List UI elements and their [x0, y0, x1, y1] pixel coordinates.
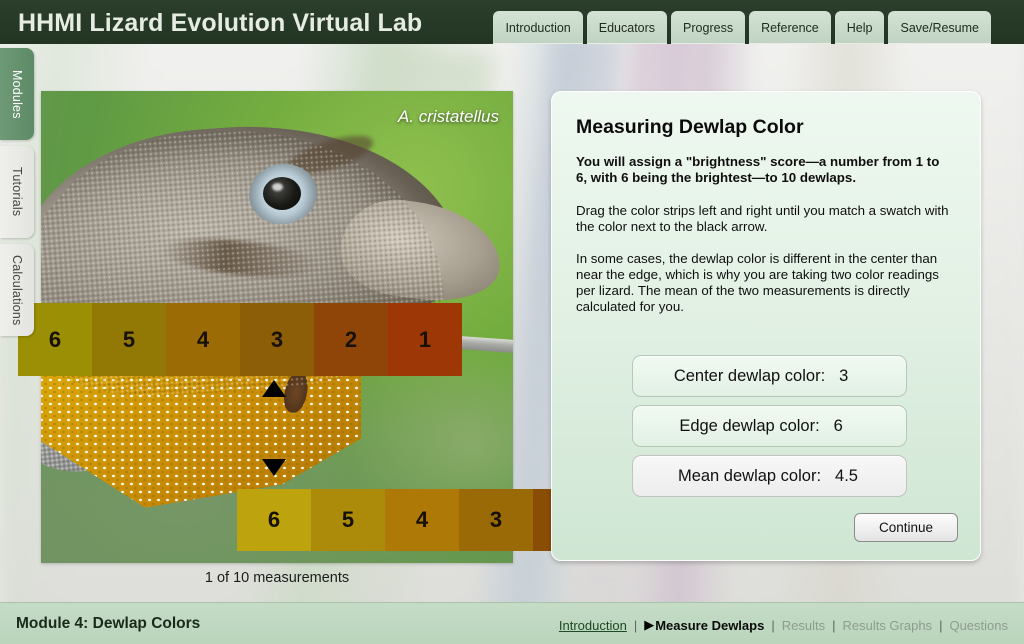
- swatch-3[interactable]: 3: [240, 303, 314, 376]
- module-title: Module 4: Dewlap Colors: [16, 615, 201, 632]
- continue-button[interactable]: Continue: [854, 513, 958, 542]
- sidebar-item-label: Tutorials: [10, 167, 24, 217]
- readout-value: 3: [839, 366, 849, 385]
- panel-title: Measuring Dewlap Color: [576, 116, 804, 138]
- readout-group: Center dewlap color: 3 Edge dewlap color…: [632, 355, 907, 505]
- swatch-4[interactable]: 4: [385, 489, 459, 551]
- breadcrumb-separator: |: [832, 617, 836, 633]
- tab-introduction[interactable]: Introduction: [493, 11, 583, 44]
- readout-value: 6: [833, 416, 843, 435]
- swatch-5[interactable]: 5: [311, 489, 385, 551]
- footer-bar: Module 4: Dewlap Colors Introduction | ▶…: [0, 602, 1024, 644]
- panel-lead-text: You will assign a "brightness" score—a n…: [576, 154, 940, 185]
- breadcrumb-separator: |: [633, 617, 638, 633]
- triangle-down-icon: [262, 459, 286, 476]
- readout-label: Edge dewlap color:: [679, 416, 820, 435]
- breadcrumb-results[interactable]: Results: [782, 618, 825, 633]
- tab-save-resume[interactable]: Save/Resume: [888, 11, 991, 44]
- species-label: A. cristatellus: [397, 107, 499, 126]
- panel-paragraph-3: In some cases, the dewlap color is diffe…: [576, 251, 939, 314]
- sidebar: Modules Tutorials Calculations: [0, 48, 34, 342]
- mean-dewlap-color-readout: Mean dewlap color: 4.5: [632, 455, 907, 497]
- breadcrumb-measure-dewlaps[interactable]: Measure Dewlaps: [655, 618, 764, 633]
- center-dewlap-color-readout: Center dewlap color: 3: [632, 355, 907, 397]
- tab-reference[interactable]: Reference: [749, 11, 831, 44]
- swatch-2[interactable]: 2: [314, 303, 388, 376]
- readout-value: 4.5: [835, 466, 858, 485]
- breadcrumb-results-graphs[interactable]: Results Graphs: [842, 618, 932, 633]
- sidebar-item-label: Modules: [10, 69, 24, 119]
- breadcrumb-questions[interactable]: Questions: [949, 618, 1008, 633]
- instruction-panel: Measuring Dewlap Color You will assign a…: [551, 91, 981, 561]
- swatch-3[interactable]: 3: [459, 489, 533, 551]
- current-step-arrow-icon: ▶: [644, 617, 655, 632]
- virtual-lab-app: HHMI Lizard Evolution Virtual Lab Introd…: [0, 0, 1024, 644]
- tab-educators[interactable]: Educators: [586, 11, 668, 44]
- readout-label: Mean dewlap color:: [677, 466, 822, 485]
- breadcrumb-separator: |: [771, 617, 775, 633]
- readout-label: Center dewlap color:: [673, 366, 826, 385]
- sidebar-item-modules[interactable]: Modules: [0, 48, 34, 140]
- app-header: HHMI Lizard Evolution Virtual Lab Introd…: [0, 0, 1024, 44]
- swatch-4[interactable]: 4: [166, 303, 240, 376]
- swatch-1[interactable]: 1: [388, 303, 462, 376]
- sidebar-item-label: Calculations: [10, 254, 24, 326]
- lizard-eye-highlight: [272, 183, 283, 191]
- header-tabs: Introduction Educators Progress Referenc…: [493, 11, 991, 44]
- lizard-eye: [263, 177, 301, 210]
- swatch-5[interactable]: 5: [92, 303, 166, 376]
- panel-paragraph-2: Drag the color strips left and right unt…: [576, 203, 949, 234]
- sidebar-item-calculations[interactable]: Calculations: [0, 244, 34, 336]
- breadcrumb-introduction[interactable]: Introduction: [559, 618, 627, 633]
- center-color-strip[interactable]: 6 5 4 3 2 1: [18, 303, 462, 376]
- swatch-6[interactable]: 6: [237, 489, 311, 551]
- tab-help[interactable]: Help: [834, 11, 885, 44]
- breadcrumb: Introduction | ▶ Measure Dewlaps | Resul…: [559, 617, 1008, 633]
- breadcrumb-separator: |: [939, 617, 943, 633]
- tab-progress[interactable]: Progress: [671, 11, 746, 44]
- app-title: HHMI Lizard Evolution Virtual Lab: [18, 9, 423, 37]
- measurement-counter: 1 of 10 measurements: [204, 570, 350, 586]
- triangle-up-icon: [262, 380, 286, 397]
- sidebar-item-tutorials[interactable]: Tutorials: [0, 146, 34, 238]
- edge-dewlap-color-readout: Edge dewlap color: 6: [632, 405, 907, 447]
